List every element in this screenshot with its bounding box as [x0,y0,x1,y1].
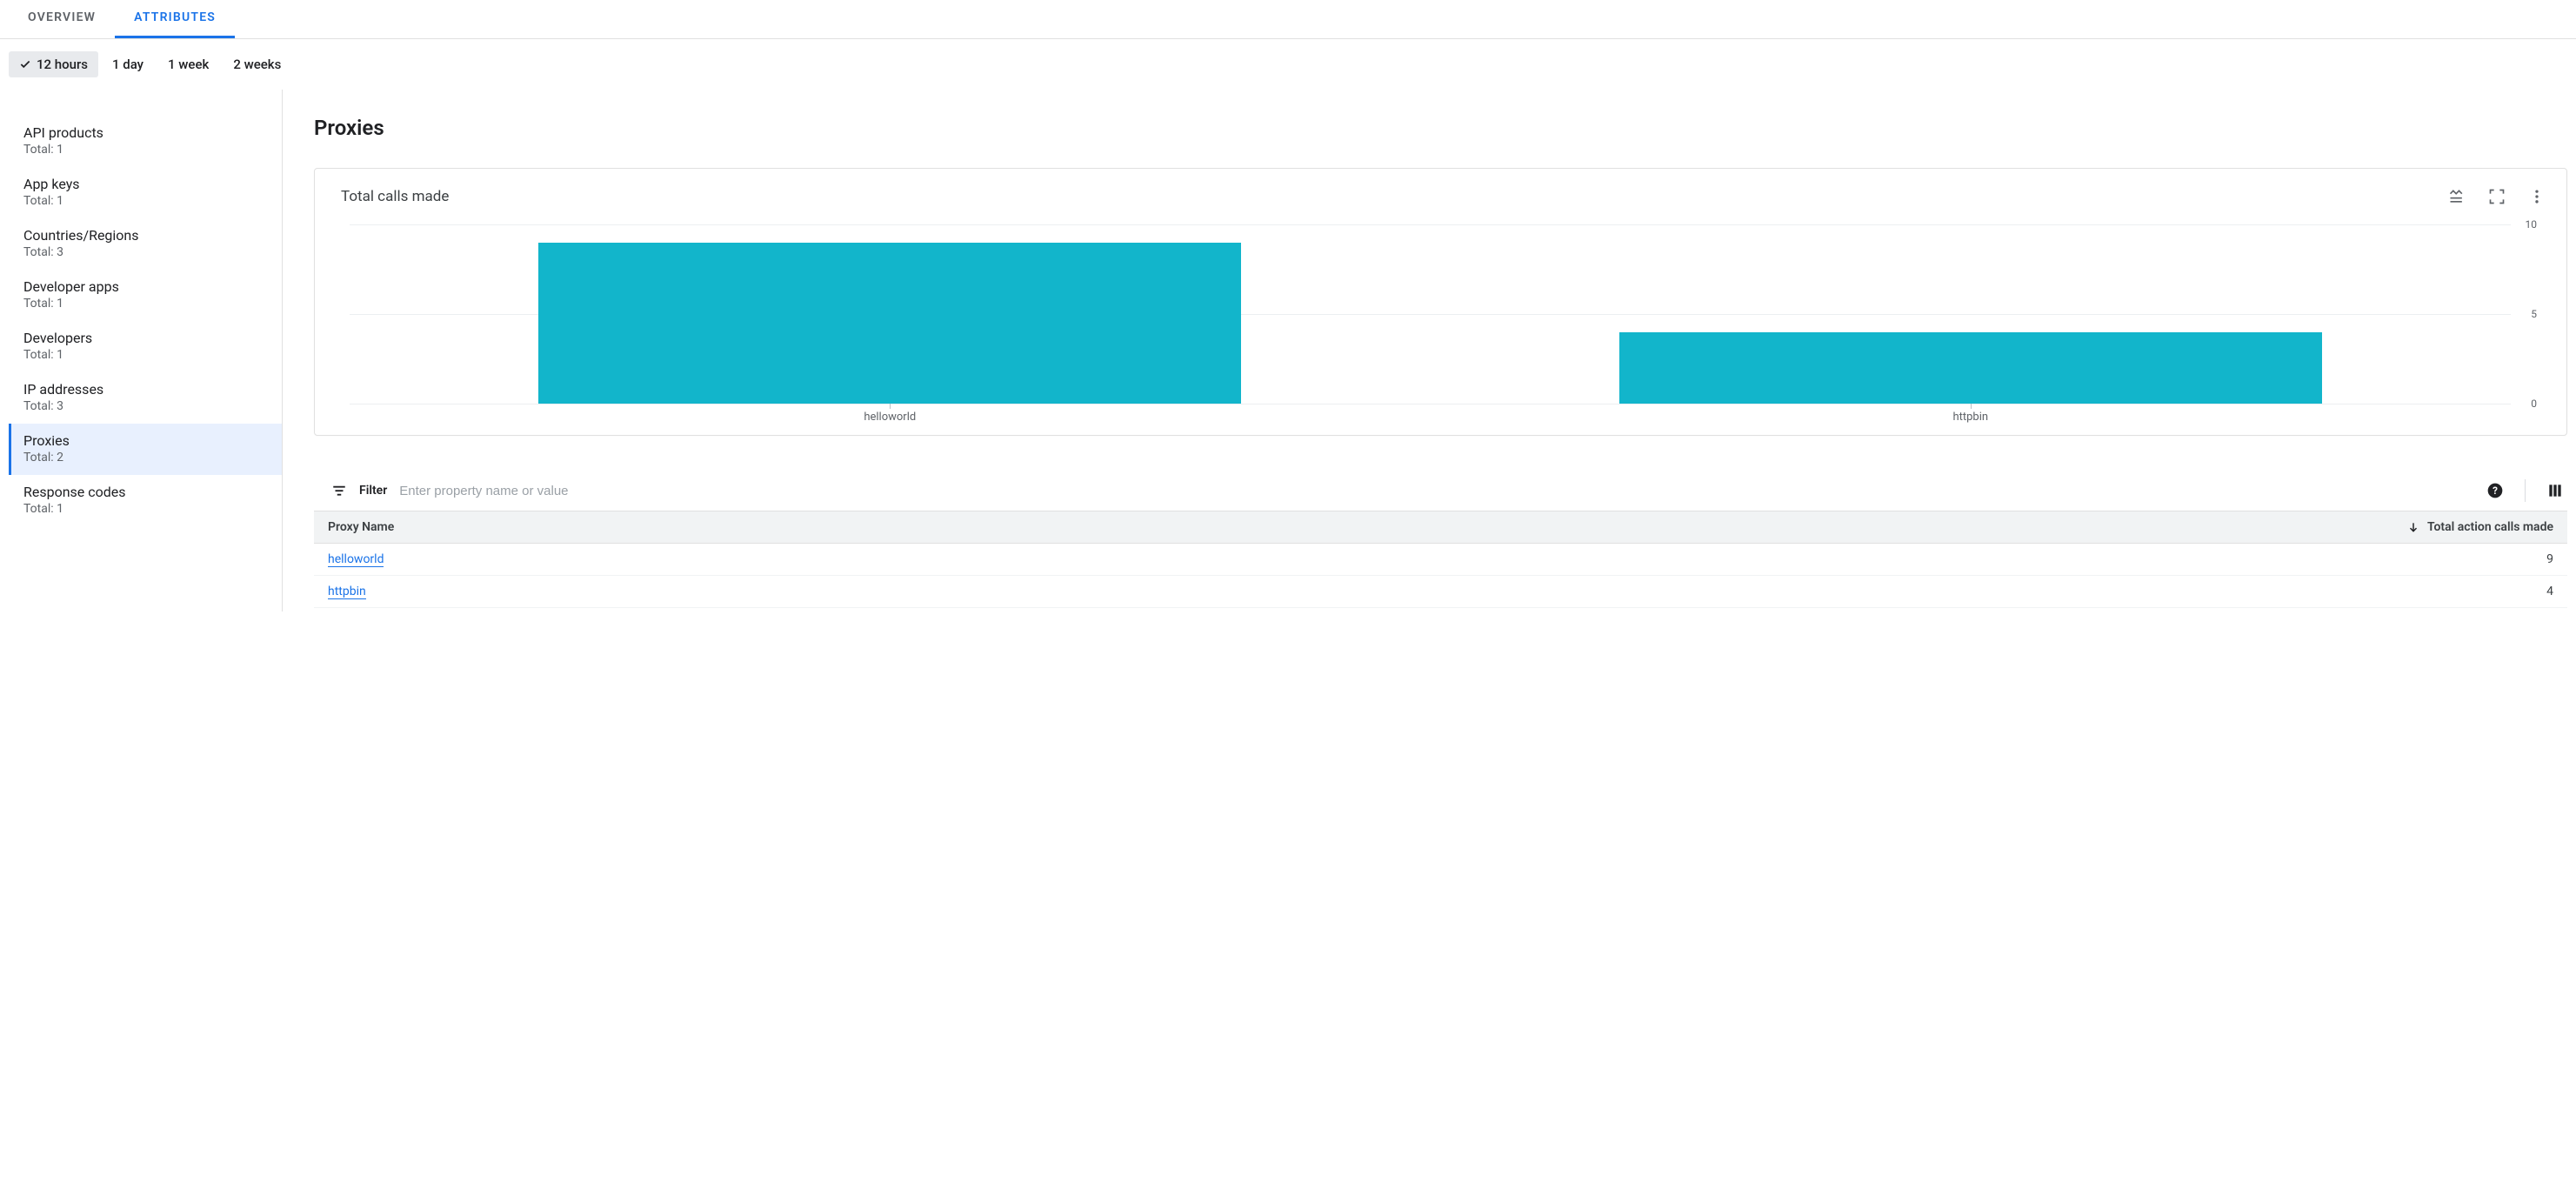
tab-overview[interactable]: OVERVIEW [9,0,115,38]
table-row: helloworld 9 [314,544,2567,576]
cell-proxy-name: httpbin [314,576,1104,608]
chart-bar[interactable] [1619,332,2322,404]
columns-icon[interactable] [2546,482,2564,499]
time-range-12-hours[interactable]: 12 hours [9,51,98,77]
chart-y-tick: 10 [2526,218,2538,231]
sidebar-item-label: IP addresses [23,381,270,398]
sidebar-item-total: Total: 3 [23,399,270,413]
time-range-2-weeks[interactable]: 2 weeks [223,51,291,77]
chart-title: Total calls made [341,188,449,205]
sidebar-item-label: App keys [23,176,270,192]
filter-input[interactable] [399,484,2474,498]
time-range-1-day[interactable]: 1 day [102,51,154,77]
data-table: Proxy Name Total action calls made hello… [314,511,2567,608]
sidebar-item-proxies[interactable]: Proxies Total: 2 [9,424,282,475]
chart-bar[interactable] [538,243,1241,404]
time-range-1-week[interactable]: 1 week [157,51,219,77]
cell-total-calls: 9 [1104,544,2567,576]
col-total-calls-label: Total action calls made [2427,520,2553,534]
sidebar-item-label: Response codes [23,484,270,500]
more-vert-icon[interactable] [2528,188,2546,205]
sidebar-item-total: Total: 1 [23,297,270,311]
chart-bar-cell: httpbin [1431,224,2512,404]
sidebar-item-total: Total: 1 [23,194,270,208]
table-row: httpbin 4 [314,576,2567,608]
proxy-link[interactable]: helloworld [328,552,384,567]
sidebar-item-total: Total: 1 [23,143,270,157]
chart-card: Total calls made 0510helloworldhttpbin [314,168,2567,436]
col-total-calls[interactable]: Total action calls made [1104,511,2567,544]
divider [2525,479,2526,502]
col-proxy-name[interactable]: Proxy Name [314,511,1104,544]
chart-x-label: helloworld [864,411,916,424]
chart-x-tick [1971,404,1972,409]
sidebar-item-label: Countries/Regions [23,227,270,244]
sidebar-item-app-keys[interactable]: App keys Total: 1 [9,167,282,218]
sidebar-item-developer-apps[interactable]: Developer apps Total: 1 [9,270,282,321]
sidebar-item-developers[interactable]: Developers Total: 1 [9,321,282,372]
legend-toggle-icon[interactable] [2448,188,2466,205]
cell-total-calls: 4 [1104,576,2567,608]
sidebar-item-total: Total: 1 [23,502,270,516]
chart-x-label: httpbin [1952,411,1988,424]
chart-y-tick: 5 [2531,308,2537,320]
sidebar-item-label: API products [23,124,270,141]
sidebar: API products Total: 1 App keys Total: 1 … [0,90,283,612]
fullscreen-icon[interactable] [2488,188,2506,205]
sidebar-item-response-codes[interactable]: Response codes Total: 1 [9,475,282,526]
sidebar-item-api-products[interactable]: API products Total: 1 [9,116,282,167]
sidebar-item-label: Developer apps [23,278,270,295]
filter-icon [331,483,347,498]
tab-attributes[interactable]: ATTRIBUTES [115,0,235,38]
chart-bar-cell: helloworld [350,224,1431,404]
sidebar-item-ip-addresses[interactable]: IP addresses Total: 3 [9,372,282,424]
check-icon [19,58,31,70]
help-icon[interactable]: ? [2486,482,2504,499]
filter-label: Filter [359,484,387,498]
time-range-label: 12 hours [37,57,88,72]
chart-plot: 0510helloworldhttpbin [341,221,2546,421]
sidebar-item-total: Total: 2 [23,451,270,465]
sidebar-item-countries-regions[interactable]: Countries/Regions Total: 3 [9,218,282,270]
cell-proxy-name: helloworld [314,544,1104,576]
chart-y-tick: 0 [2531,398,2537,410]
page-title: Proxies [314,116,2567,140]
svg-text:?: ? [2493,485,2498,497]
sidebar-item-total: Total: 1 [23,348,270,362]
tab-bar: OVERVIEW ATTRIBUTES [0,0,2576,39]
sidebar-item-total: Total: 3 [23,245,270,259]
time-range-selector: 12 hours 1 day 1 week 2 weeks [0,39,2576,90]
filter-bar: Filter ? [314,471,2567,511]
arrow-down-icon [2407,521,2419,533]
main-panel: Proxies Total calls made 0510helloworldh… [283,90,2576,612]
proxy-link[interactable]: httpbin [328,585,366,599]
sidebar-item-label: Developers [23,330,270,346]
sidebar-item-label: Proxies [23,432,270,449]
chart-x-tick [890,404,891,409]
